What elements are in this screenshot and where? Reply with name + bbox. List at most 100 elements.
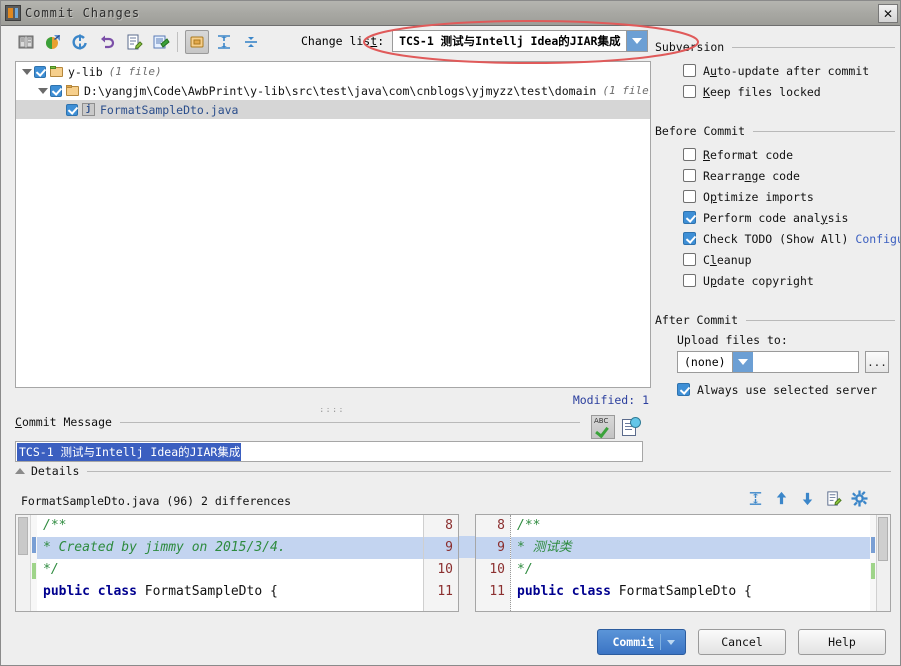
- diff-code-right[interactable]: /** * 测试类 */ public class FormatSampleDt…: [511, 515, 870, 611]
- checkbox-rearrange-code[interactable]: Rearra n ge code: [683, 165, 895, 186]
- intellij-idea-icon: [5, 5, 21, 21]
- group-rule: [87, 470, 891, 472]
- tree-row[interactable]: y-lib (1 file): [16, 62, 650, 81]
- commit-message-input[interactable]: TCS-1 测试与Intellj Idea的JIAR集成: [15, 441, 643, 462]
- commit-message-header: Commit Message: [15, 415, 580, 429]
- move-to-changelist-icon[interactable]: [149, 30, 173, 54]
- checkbox-auto-update-after-commit[interactable]: Au to-update after commit: [683, 60, 895, 81]
- code-text: /**: [517, 518, 541, 533]
- checkbox-perform-code-analysis[interactable]: Perform code anal y sis: [683, 207, 895, 228]
- collapse-all-icon[interactable]: [239, 30, 263, 54]
- change-marker: [871, 563, 875, 579]
- checkbox-update-copyright[interactable]: Up date copyright: [683, 270, 895, 291]
- after-commit-group-header: After Commit: [655, 313, 895, 327]
- code-text: * Created by jimmy on 2015/3/4.: [43, 540, 286, 555]
- changelist-combobox[interactable]: TCS-1 测试与Intellj Idea的JIAR集成: [392, 30, 649, 52]
- horizontal-splitter[interactable]: :::::: [319, 408, 343, 413]
- group-rule: [753, 130, 895, 132]
- checkbox-box[interactable]: [683, 232, 696, 245]
- revert-arrow-icon[interactable]: [41, 30, 65, 54]
- rollback-icon[interactable]: [95, 30, 119, 54]
- message-history-icon[interactable]: [621, 416, 641, 438]
- edit-source-icon[interactable]: [122, 30, 146, 54]
- checkbox-always-use-selected-server[interactable]: Always use selected server: [677, 379, 895, 400]
- diff-settings-icon[interactable]: [851, 490, 868, 510]
- diff-minimap-left[interactable]: [16, 515, 31, 611]
- checkbox-optimize-imports[interactable]: Op timize imports: [683, 186, 895, 207]
- checkbox-box[interactable]: [683, 169, 696, 182]
- diff-pane-right[interactable]: 8 9 10 11 /** * 测试类 */ public class Form…: [475, 514, 891, 612]
- details-section-header[interactable]: Details: [15, 464, 891, 478]
- diff-code-left[interactable]: /** * Created by jimmy on 2015/3/4. */ p…: [37, 515, 423, 611]
- java-file-icon: j: [82, 103, 95, 116]
- checkbox-label-mnemonic: l: [709, 252, 717, 267]
- commit-message-label-mnemonic: C: [15, 415, 22, 429]
- diff-vertical-scrollbar[interactable]: [876, 515, 890, 611]
- chevron-up-icon[interactable]: [15, 468, 25, 474]
- code-text: */: [517, 562, 533, 577]
- change-marker: [871, 537, 875, 553]
- next-difference-icon[interactable]: [799, 490, 816, 510]
- commit-changes-dialog: Commit Changes ✕ Change list: TCS-1 测试与I…: [0, 0, 901, 666]
- details-title: Details: [31, 464, 80, 478]
- configure-link[interactable]: Configure: [855, 232, 900, 246]
- checkbox-cleanup[interactable]: Cl eanup: [683, 249, 895, 270]
- change-marker: [32, 563, 36, 579]
- row-checkbox[interactable]: [66, 103, 78, 116]
- tree-row[interactable]: D:\yangjm\Code\AwbPrint\y-lib\src\test\j…: [16, 81, 650, 100]
- tree-row-label: FormatSampleDto.java: [100, 102, 239, 117]
- checkbox-box[interactable]: [683, 64, 696, 77]
- checkbox-label-mnemonic: n: [744, 168, 752, 183]
- code-line: * Created by jimmy on 2015/3/4.: [37, 537, 423, 559]
- diff-pane-left[interactable]: /** * Created by jimmy on 2015/3/4. */ p…: [15, 514, 459, 612]
- chevron-down-icon[interactable]: [626, 31, 648, 51]
- expand-triangle-icon[interactable]: [20, 68, 34, 75]
- refresh-icon[interactable]: [68, 30, 92, 54]
- show-diff-icon[interactable]: [14, 30, 38, 54]
- group-by-directory-icon[interactable]: [185, 30, 209, 54]
- edit-source-icon[interactable]: [825, 490, 842, 510]
- checkbox-check-todo[interactable]: Check TODO (Show All) Configure: [683, 228, 900, 249]
- group-rule: [746, 319, 895, 321]
- row-checkbox[interactable]: [50, 84, 62, 97]
- line-number: 11: [437, 584, 453, 599]
- checkbox-label-mnemonic: R: [703, 147, 710, 162]
- close-icon[interactable]: ✕: [878, 4, 898, 23]
- minimap-thumb[interactable]: [18, 517, 28, 555]
- checkbox-box[interactable]: [683, 190, 696, 203]
- help-button[interactable]: Help: [798, 629, 886, 655]
- scrollbar-thumb[interactable]: [878, 517, 888, 561]
- previous-difference-icon[interactable]: [773, 490, 790, 510]
- expand-all-icon[interactable]: [212, 30, 236, 54]
- commit-button[interactable]: Commi t: [597, 629, 686, 655]
- checkbox-keep-files-locked[interactable]: Keep files locked: [683, 81, 895, 102]
- checkbox-box[interactable]: [683, 148, 696, 161]
- diff-line-numbers-left: 8 9 10 11: [423, 515, 458, 611]
- expand-triangle-icon[interactable]: [36, 87, 50, 94]
- checkbox-box[interactable]: [677, 383, 690, 396]
- cancel-button[interactable]: Cancel: [698, 629, 786, 655]
- code-text: * 测试类: [517, 540, 572, 555]
- checkbox-box[interactable]: [683, 274, 696, 287]
- diff-viewer: /** * Created by jimmy on 2015/3/4. */ p…: [15, 514, 891, 612]
- modified-count-label: Modified: 1: [572, 393, 649, 407]
- checkbox-box[interactable]: [683, 85, 696, 98]
- collapse-unchanged-icon[interactable]: [747, 490, 764, 510]
- checkbox-box[interactable]: [683, 211, 696, 224]
- tree-row-count: (1 file): [108, 65, 162, 78]
- upload-target-combobox[interactable]: (none): [677, 351, 859, 373]
- tree-row-label: D:\yangjm\Code\AwbPrint\y-lib\src\test\j…: [84, 83, 597, 98]
- chevron-down-icon[interactable]: [731, 352, 753, 372]
- code-line: */: [37, 559, 423, 581]
- chevron-down-icon[interactable]: [667, 639, 675, 645]
- checkbox-reformat-code[interactable]: Reformat code: [683, 144, 895, 165]
- row-checkbox[interactable]: [34, 65, 46, 78]
- tree-row-count: (1 file): [602, 84, 651, 97]
- tree-row[interactable]: j FormatSampleDto.java: [16, 100, 650, 119]
- browse-servers-button[interactable]: ...: [865, 351, 889, 373]
- checkbox-box[interactable]: [683, 253, 696, 266]
- line-number: 8: [497, 518, 505, 533]
- changed-files-tree[interactable]: y-lib (1 file) D:\yangjm\Code\AwbPrint\y…: [15, 61, 651, 388]
- checkbox-label: C: [703, 252, 710, 267]
- spellcheck-abc-icon[interactable]: ABC: [591, 415, 615, 439]
